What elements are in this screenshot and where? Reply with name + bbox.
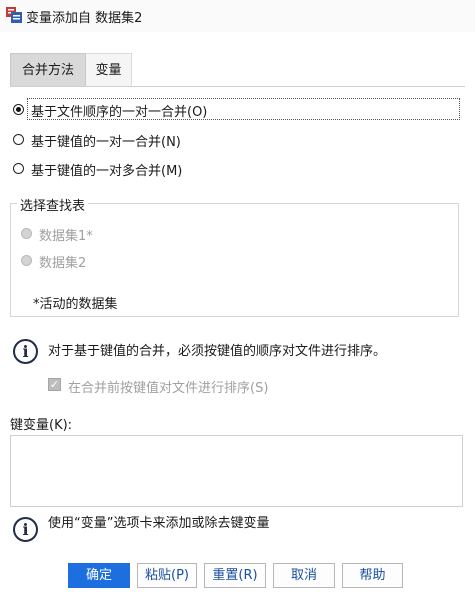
lookup-table-legend: 选择查找表 xyxy=(17,195,89,214)
radio-one-to-one-key[interactable] xyxy=(13,134,24,145)
tab-merge-method-label: 合并方法 xyxy=(21,63,74,78)
active-dataset-note: *活动的数据集 xyxy=(33,297,118,312)
ok-button[interactable]: 确定 xyxy=(68,563,130,588)
info-icon: i xyxy=(13,339,38,364)
radio-one-to-many-key[interactable] xyxy=(13,163,24,174)
sort-before-merge-label: 在合并前按键值对文件进行排序(S) xyxy=(68,381,269,396)
radio-one-to-one-file-order-label[interactable]: 基于文件顺序的一对一合并(O) xyxy=(31,101,207,120)
radio-dataset1[interactable] xyxy=(21,228,32,239)
radio-dataset2-label: 数据集2 xyxy=(39,256,87,271)
help-button[interactable]: 帮助 xyxy=(342,563,403,588)
tab-merge-method[interactable]: 合并方法 xyxy=(10,53,86,86)
info-icon: i xyxy=(13,517,38,542)
window-title: 变量添加自 数据集2 xyxy=(26,11,143,26)
variables-tab-info-text: 使用“变量”选项卡来添加或除去键变量 xyxy=(48,516,270,531)
key-variables-label: 键变量(K): xyxy=(10,418,73,433)
radio-one-to-one-key-label[interactable]: 基于键值的一对一合并(N) xyxy=(31,131,181,150)
dataset-app-icon xyxy=(6,7,22,23)
title-bar: 变量添加自 数据集2 xyxy=(0,0,475,32)
sort-info-text: 对于基于键值的合并，必须按键值的顺序对文件进行排序。 xyxy=(48,344,387,359)
radio-dataset1-label: 数据集1* xyxy=(39,229,93,244)
radio-one-to-many-key-label[interactable]: 基于键值的一对多合并(M) xyxy=(31,160,182,179)
radio-dataset2[interactable] xyxy=(21,255,32,266)
reset-button[interactable]: 重置(R) xyxy=(204,563,266,588)
sort-before-merge-checkbox[interactable]: ✓ xyxy=(48,378,61,391)
cancel-button[interactable]: 取消 xyxy=(273,563,335,588)
tab-variables[interactable]: 变量 xyxy=(86,53,132,86)
tab-variables-label: 变量 xyxy=(95,63,122,78)
tab-panel-divider xyxy=(10,86,465,87)
paste-button[interactable]: 粘贴(P) xyxy=(137,563,197,588)
key-variables-list[interactable] xyxy=(10,435,463,507)
radio-one-to-one-file-order[interactable] xyxy=(13,104,24,115)
